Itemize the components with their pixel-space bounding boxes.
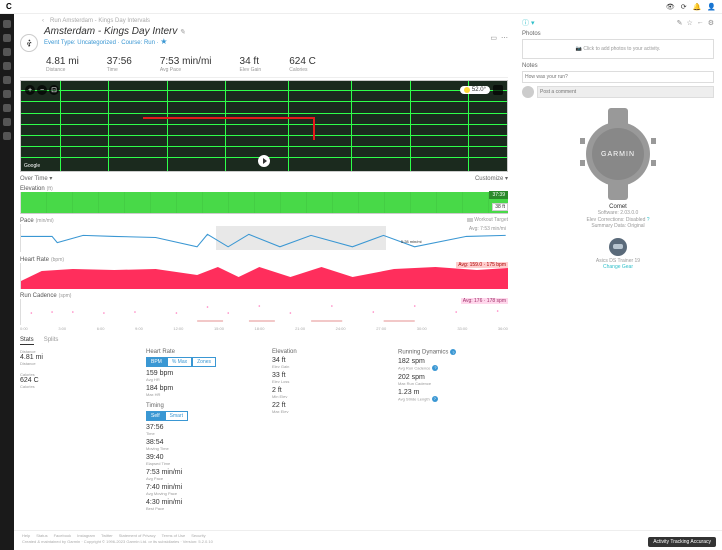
- breadcrumb-text[interactable]: Run Amsterdam - Kings Day Intervals: [50, 18, 150, 24]
- watch-brand: GARMIN: [592, 128, 644, 180]
- sidebar-item-gear[interactable]: [3, 104, 11, 112]
- copyright: Created & maintained by Garmin · Copyrig…: [22, 539, 714, 544]
- sidebar-item-calendar[interactable]: [3, 34, 11, 42]
- help-icon[interactable]: ?: [432, 365, 438, 371]
- footer-link[interactable]: Status: [36, 533, 47, 538]
- help-icon[interactable]: ?: [432, 396, 438, 402]
- page-footer: Help Status Facebook Instagram Twitter Statem…: [14, 530, 722, 550]
- link-icon[interactable]: ▭: [490, 34, 497, 42]
- chart-heart-rate[interactable]: Avg: 159.0 · 175 bpm: [20, 263, 508, 289]
- eye-icon[interactable]: 👁: [666, 3, 675, 11]
- activity-title[interactable]: Amsterdam - Kings Day Interv✎: [44, 26, 185, 37]
- zoom-out-icon[interactable]: −: [37, 85, 47, 95]
- timing-toggle[interactable]: SelfSmart: [146, 411, 188, 421]
- sidebar-item-health[interactable]: [3, 62, 11, 70]
- share-icon[interactable]: ←: [697, 19, 704, 27]
- edit-icon[interactable]: ✎: [677, 19, 683, 27]
- stats-details: Distance4.81 miDistance Calories624 CCal…: [20, 349, 508, 514]
- chart-pace[interactable]: Avg: 7:53 min/mi 5:28 min/mi: [20, 224, 508, 252]
- zoom-in-icon[interactable]: +: [25, 85, 35, 95]
- play-button[interactable]: [258, 155, 270, 167]
- watch-image: GARMIN: [580, 108, 656, 200]
- weather-badge[interactable]: 52.0°: [460, 86, 490, 94]
- sidebar-item-training[interactable]: [3, 90, 11, 98]
- change-gear-link[interactable]: Change Gear: [603, 264, 633, 270]
- notes-input[interactable]: [522, 71, 714, 83]
- footer-link[interactable]: Instagram: [77, 533, 95, 538]
- fullscreen-icon[interactable]: [493, 85, 503, 95]
- star-icon[interactable]: ☆: [686, 19, 692, 27]
- elev-help-link[interactable]: ?: [647, 217, 650, 223]
- more-icon[interactable]: ⋯: [501, 34, 508, 42]
- chart-cadence[interactable]: Avg: 176 · 178 spm: [20, 299, 508, 325]
- detail-tabs: Stats Splits: [20, 337, 508, 345]
- activity-subtitle[interactable]: Event Type: Uncategorized · Course: Run …: [44, 37, 185, 46]
- map-attribution: Google: [24, 163, 40, 169]
- sidebar-item-activities[interactable]: [3, 48, 11, 56]
- footer-link[interactable]: Statement of Privacy: [119, 533, 156, 538]
- sidebar-item-heart[interactable]: [3, 76, 11, 84]
- gear-icon[interactable]: ⚙: [708, 19, 714, 27]
- chart-elevation[interactable]: 37:39 38 ft: [20, 192, 508, 214]
- top-bar: C 👁 ⟳ 🔔 👤: [0, 0, 722, 14]
- edit-icon[interactable]: ✎: [179, 29, 185, 36]
- user-avatar[interactable]: [522, 86, 534, 98]
- favorite-icon[interactable]: ★: [160, 37, 167, 46]
- activity-actions: ▭ ⋯: [490, 34, 508, 42]
- footer-link[interactable]: Security: [191, 533, 205, 538]
- info-dropdown[interactable]: ⓘ ▾: [522, 18, 534, 28]
- hr-toggle[interactable]: BPM% MaxZones: [146, 357, 216, 367]
- time-axis: 0:003:006:009:0012:0015:0018:0021:0024:0…: [20, 326, 508, 331]
- activity-type-icon[interactable]: [20, 34, 38, 52]
- summary-stats: 4.81 miDistance 37:56Time 7:53 min/miAvg…: [46, 56, 508, 73]
- zoom-fit-icon[interactable]: ⊡: [49, 85, 59, 95]
- tab-stats[interactable]: Stats: [20, 337, 34, 345]
- chart-customize[interactable]: Customize ▾: [475, 175, 508, 182]
- sidebar-item-home[interactable]: [3, 20, 11, 28]
- footer-link[interactable]: Twitter: [101, 533, 113, 538]
- sidebar-item-groups[interactable]: [3, 132, 11, 140]
- gear-shoe-icon[interactable]: [609, 238, 627, 256]
- footer-link[interactable]: Terms of Use: [162, 533, 186, 538]
- stat-time: 37:56: [107, 56, 132, 67]
- stat-pace: 7:53 min/mi: [160, 56, 212, 67]
- footer-link[interactable]: Facebook: [54, 533, 72, 538]
- tab-splits[interactable]: Splits: [44, 337, 59, 345]
- stat-distance: 4.81 mi: [46, 56, 79, 67]
- left-sidebar: [0, 14, 14, 550]
- tracking-accuracy-button[interactable]: Activity Tracking Accuracy: [648, 537, 716, 547]
- profile-icon[interactable]: 👤: [707, 3, 716, 11]
- sidebar-item-reports[interactable]: [3, 118, 11, 126]
- main-content: ‹ Run Amsterdam - Kings Day Intervals Am…: [14, 14, 514, 550]
- sun-icon: [464, 87, 470, 93]
- activity-map[interactable]: + − ⊡ 52.0° Google: [20, 80, 508, 172]
- right-panel: ⓘ ▾ ✎ ☆ ← ⚙ Photos 📷 Click to add photos…: [514, 14, 722, 550]
- map-zoom-controls: + − ⊡: [25, 85, 59, 95]
- breadcrumb: ‹ Run Amsterdam - Kings Day Intervals: [20, 16, 508, 26]
- stat-elev: 34 ft: [240, 56, 262, 67]
- device-panel: GARMIN Comet Software: 2.03.0.0 Elev Cor…: [522, 108, 714, 271]
- elevation-time-badge: 37:39: [489, 191, 508, 199]
- help-icon[interactable]: ?: [450, 349, 456, 355]
- bell-icon[interactable]: 🔔: [693, 3, 702, 11]
- stat-cal: 624 C: [289, 56, 316, 67]
- back-icon[interactable]: ‹: [42, 18, 44, 24]
- sync-icon[interactable]: ⟳: [681, 3, 687, 11]
- comment-input[interactable]: [537, 86, 714, 98]
- photos-heading: Photos: [522, 31, 714, 37]
- app-logo[interactable]: C: [6, 2, 12, 11]
- notes-heading: Notes: [522, 63, 714, 69]
- top-right-icons: 👁 ⟳ 🔔 👤: [666, 3, 716, 11]
- add-photos-box[interactable]: 📷 Click to add photos to your activity.: [522, 39, 714, 59]
- chart-time-selector[interactable]: Over Time ▾: [20, 175, 52, 182]
- footer-link[interactable]: Help: [22, 533, 30, 538]
